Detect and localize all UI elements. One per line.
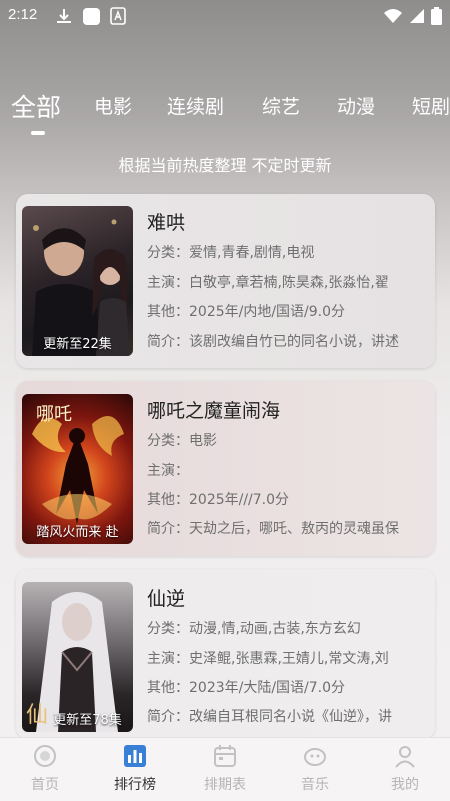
nav-music[interactable]: 音乐 [270,738,360,801]
other-info: 其他：2025年/内地/国语/9.0分 [147,304,346,320]
home-icon [34,745,56,767]
other-info: 其他：2023年/大陆/国语/7.0分 [147,680,346,696]
nav-music-label: 音乐 [301,777,329,793]
poster-image: 哪吒 踏风火而来 赴 [22,394,133,544]
svg-text:哪吒: 哪吒 [36,404,72,425]
nav-schedule[interactable]: 排期表 [180,738,270,801]
ranking-icon [124,745,146,767]
tab-short-drama[interactable]: 短剧 [412,92,450,119]
category-info: 分类：爱情,青春,剧情,电视 [147,245,315,261]
tab-variety[interactable]: 综艺 [262,92,300,119]
download-icon [57,9,71,23]
app-notification-icon [83,8,100,25]
episode-badge: 更新至22集 [43,337,112,352]
poster-tagline: 踏风火而来 赴 [36,525,119,540]
drama-card[interactable]: 仙 更新至78集 仙逆 分类：动漫,情,动画,古装,东方玄幻 主演：史泽鲲,张惠… [16,569,435,739]
tab-movies[interactable]: 电影 [94,92,132,119]
drama-title: 哪吒之魔童闹海 [147,400,281,422]
drama-title: 难哄 [147,212,186,234]
tab-anime[interactable]: 动漫 [337,92,375,119]
intro-info: 简介：该剧改编自竹已的同名小说，讲述 [147,334,399,350]
status-bar: 2:12 [0,0,450,32]
category-tabs: 全部 电影 连续剧 综艺 动漫 短剧 [0,92,450,138]
other-info: 其他：2025年///7.0分 [147,492,290,508]
cast-info: 主演：史泽鲲,张惠霖,王婧儿,常文涛,刘 [147,651,389,667]
cast-info: 主演： [147,463,189,479]
ranking-subtitle: 根据当前热度整理 不定时更新 [118,156,332,175]
active-tab-indicator [31,131,45,135]
drama-card[interactable]: 更新至22集 难哄 分类：爱情,青春,剧情,电视 主演：白敬亭,章若楠,陈昊森,… [16,194,435,368]
tab-series[interactable]: 连续剧 [167,92,224,119]
drama-card[interactable]: 哪吒 踏风火而来 赴 哪吒之魔童闹海 分类：电影 主演： 其他：2025年///… [16,381,435,556]
cast-info: 主演：白敬亭,章若楠,陈昊森,张淼怡,翟 [147,275,389,291]
poster-image: 更新至22集 [22,206,133,356]
nav-ranking[interactable]: 排行榜 [90,738,180,801]
nav-schedule-label: 排期表 [204,777,246,793]
profile-icon [395,746,415,768]
music-icon [304,748,326,766]
signal-icon [410,9,424,23]
bottom-navigation: 首页 排行榜 排期表 音乐 我的 [0,737,450,801]
category-info: 分类：电影 [147,433,217,449]
poster-image: 仙 更新至78集 [22,582,133,732]
drama-title: 仙逆 [147,588,186,610]
intro-info: 简介：天劫之后，哪吒、敖丙的灵魂虽保 [147,521,399,537]
category-info: 分类：动漫,情,动画,古装,东方玄幻 [147,621,361,637]
calendar-icon [214,745,236,767]
nav-home-label: 首页 [31,777,59,793]
battery-icon [431,7,442,25]
nav-home[interactable]: 首页 [0,738,90,801]
tab-all[interactable]: 全部 [11,92,61,124]
nav-profile-label: 我的 [391,777,419,793]
nav-ranking-label: 排行榜 [114,777,156,793]
episode-badge: 更新至78集 [53,713,122,728]
intro-info: 简介：改编自耳根同名小说《仙逆》，讲 [147,709,392,725]
accessibility-notification-icon [110,7,126,25]
nav-profile[interactable]: 我的 [360,738,450,801]
status-time: 2:12 [8,6,38,23]
wifi-icon [384,9,402,23]
